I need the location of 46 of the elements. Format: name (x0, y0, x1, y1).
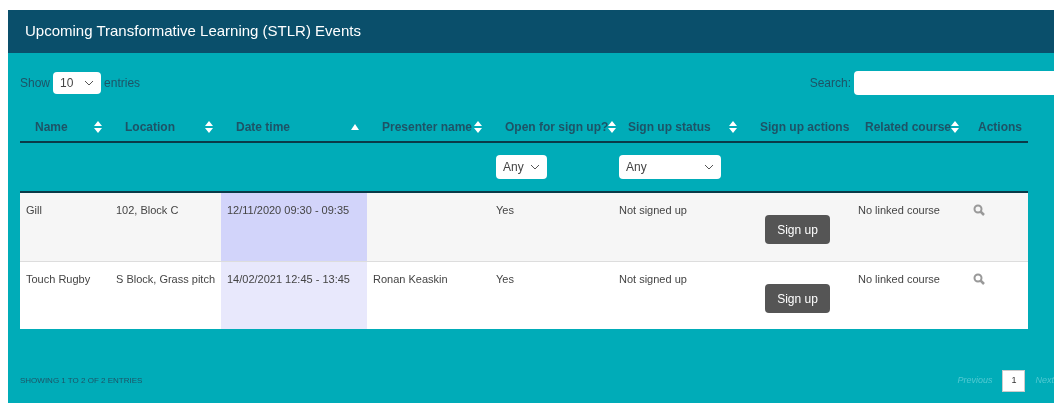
sort-icon[interactable] (951, 121, 960, 133)
column-header[interactable]: Date time (236, 118, 291, 136)
sort-icon[interactable] (94, 121, 102, 133)
entries-select[interactable]: 10 (53, 72, 102, 94)
entries-label: entries (104, 75, 141, 92)
search-icon[interactable] (973, 204, 985, 216)
page-button[interactable]: 1 (1002, 370, 1026, 392)
sort-ascending-icon[interactable] (351, 124, 359, 130)
chevron-down-icon (530, 164, 540, 170)
table-cell: Touch Rugby (26, 273, 91, 285)
filter-select[interactable]: Any (496, 155, 547, 179)
table-cell: Gill (26, 204, 42, 216)
table-cell: Yes (496, 204, 514, 216)
sign-up-button[interactable]: Sign up (765, 284, 830, 313)
table-cell: No linked course (858, 204, 940, 216)
show-label: Show (20, 75, 51, 92)
chevron-down-icon (704, 164, 714, 170)
column-header[interactable]: Open for sign up? (505, 118, 609, 136)
column-header[interactable]: Sign up status (628, 118, 711, 136)
table-cell: Yes (496, 273, 514, 285)
column-header[interactable]: Location (125, 118, 175, 136)
sort-icon[interactable] (205, 121, 213, 133)
chevron-down-icon (84, 80, 95, 86)
table-cell: 14/02/2021 12:45 - 13:45 (227, 273, 350, 285)
table-cell: Ronan Keaskin (373, 273, 448, 285)
entries-info: SHOWING 1 TO 2 OF 2 ENTRIES (20, 375, 143, 387)
column-header[interactable]: Presenter name (382, 118, 473, 136)
table-cell: 102, Block C (116, 204, 179, 216)
column-header: Actions (978, 119, 1022, 136)
table-cell: S Block, Grass pitch (116, 273, 216, 285)
sort-icon[interactable] (608, 121, 617, 133)
column-header[interactable]: Related course (865, 118, 952, 136)
filter-select[interactable]: Any (619, 155, 721, 179)
column-header[interactable]: Name (35, 118, 68, 136)
search-icon[interactable] (973, 273, 985, 285)
column-header: Sign up actions (760, 119, 850, 136)
search-field[interactable] (854, 71, 1054, 95)
sort-icon[interactable] (729, 121, 737, 133)
sort-icon[interactable] (474, 121, 482, 133)
panel-title: Upcoming Transformative Learning (STLR) Events (25, 21, 361, 42)
sign-up-button[interactable]: Sign up (765, 215, 830, 244)
search-label: Search: (809, 75, 851, 92)
table-cell: Not signed up (619, 273, 687, 285)
table-cell: 12/11/2020 09:30 - 09:35 (227, 204, 350, 216)
table-cell: No linked course (858, 273, 940, 285)
table-cell: Not signed up (619, 204, 687, 216)
